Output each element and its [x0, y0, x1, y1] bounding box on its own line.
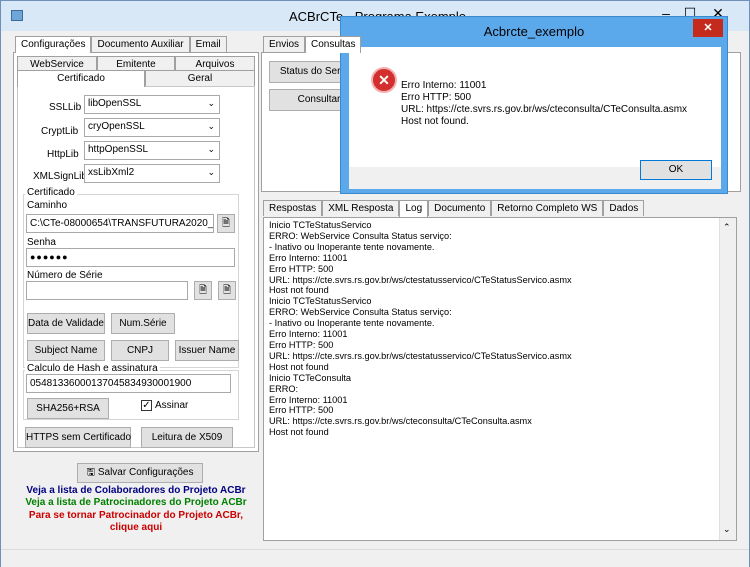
issuer-name-button[interactable]: Issuer Name [175, 340, 239, 361]
log-line: Host not found [269, 361, 329, 372]
dialog-close-icon[interactable]: ✕ [693, 19, 723, 37]
ssllib-label: SSLLib [49, 102, 82, 113]
assinar-checkbox[interactable]: ✓ [141, 400, 152, 411]
scroll-up-icon[interactable]: ⌃ [723, 222, 731, 233]
num-serie-button[interactable]: Num.Série [111, 313, 175, 334]
log-line: Erro Interno: 11001 [269, 252, 348, 263]
caminho-input[interactable]: C:\CTe-08000654\TRANSFUTURA2020_XP.pfx [26, 214, 214, 233]
log-line: Host not found [269, 285, 329, 296]
sha256-button[interactable]: SHA256+RSA [27, 398, 109, 419]
dialog-line-2: Erro HTTP: 500 [401, 92, 472, 103]
log-line: Inicio TCTeStatusServico [269, 296, 372, 307]
patrocinadores-link[interactable]: Veja a lista de Patrocinadores do Projet… [11, 497, 261, 508]
error-dialog: Acbrcte_exemplo ✕ ✕ Erro Interno: 11001 … [340, 16, 728, 194]
hash-input[interactable]: 05481336000137045834930001900 [26, 374, 231, 393]
tab-certificado[interactable]: Certificado [17, 70, 145, 87]
log-line: ERRO: [269, 383, 299, 394]
subject-name-button[interactable]: Subject Name [27, 340, 105, 361]
chevron-down-icon: ⌄ [207, 98, 215, 108]
log-line: ERRO: WebService Consulta Status serviço… [269, 230, 452, 241]
dialog-body: ✕ Erro Interno: 11001 Erro HTTP: 500 URL… [349, 47, 721, 167]
cryptlib-select[interactable]: cryOpenSSL ⌄ [84, 118, 220, 137]
assinar-label: Assinar [155, 400, 189, 411]
ssllib-select[interactable]: libOpenSSL ⌄ [84, 95, 220, 114]
status-bar [1, 549, 749, 567]
https-sem-cert-button[interactable]: HTTPS sem Certificado [25, 427, 131, 448]
httplib-select[interactable]: httpOpenSSL ⌄ [84, 141, 220, 160]
app-icon [11, 10, 23, 21]
log-line: Erro Interno: 11001 [269, 329, 348, 340]
tab-xml-resposta[interactable]: XML Resposta [322, 200, 400, 216]
log-line: - Inativo ou Inoperante tente novamente. [269, 318, 435, 329]
tornar-patrocinador-link[interactable]: Para se tornar Patrocinador do Projeto A… [11, 510, 261, 521]
xmlsignlib-label: XMLSignLib [33, 171, 87, 182]
dialog-line-1: Erro Interno: 11001 [401, 80, 487, 91]
clique-aqui-link[interactable]: clique aqui [11, 522, 261, 533]
lookup-alt-icon[interactable]: 🗎 [218, 281, 236, 300]
salvar-configuracoes-button[interactable]: 🖫 Salvar Configurações [77, 463, 203, 483]
log-line: Erro Interno: 11001 [269, 394, 348, 405]
dialog-line-3: URL: https://cte.svrs.rs.gov.br/ws/cteco… [401, 104, 688, 115]
tab-respostas[interactable]: Respostas [263, 200, 323, 216]
log-line: Erro HTTP: 500 [269, 263, 334, 274]
log-line: URL: https://cte.svrs.rs.gov.br/ws/ctest… [269, 350, 572, 361]
httplib-label: HttpLib [47, 149, 79, 160]
log-line: - Inativo ou Inoperante tente novamente. [269, 241, 435, 252]
log-textarea[interactable]: Inicio TCTeStatusServico ERRO: WebService… [263, 217, 737, 541]
cnpj-button[interactable]: CNPJ [111, 340, 169, 361]
save-icon: 🖫 [86, 467, 98, 478]
log-scrollbar[interactable]: ⌃ ⌄ [719, 218, 736, 540]
chevron-down-icon: ⌄ [207, 121, 215, 131]
log-line: URL: https://cte.svrs.rs.gov.br/ws/ctest… [269, 274, 572, 285]
xmlsignlib-select[interactable]: xsLibXml2 ⌄ [84, 164, 220, 183]
tab-documento-auxiliar[interactable]: Documento Auxiliar [91, 36, 190, 52]
dialog-title: Acbrcte_exemplo [483, 24, 585, 39]
data-validade-button[interactable]: Data de Validade [27, 313, 105, 334]
lookup-icon[interactable]: 🗎 [194, 281, 212, 300]
tab-configuracoes[interactable]: Configurações [15, 36, 92, 53]
numserie-input[interactable] [26, 281, 188, 300]
colaboradores-link[interactable]: Veja a lista de Colaboradores do Projeto… [11, 485, 261, 496]
leitura-x509-button[interactable]: Leitura de X509 [141, 427, 233, 448]
log-line: Host not found [269, 427, 329, 438]
scroll-down-icon[interactable]: ⌄ [723, 524, 731, 535]
log-line: Inicio TCTeConsulta [269, 372, 352, 383]
chevron-down-icon: ⌄ [207, 167, 215, 177]
senha-input[interactable]: ●●●●●● [26, 248, 235, 267]
senha-label: Senha [27, 237, 56, 248]
dialog-line-4: Host not found. [401, 116, 469, 127]
tab-retorno-completo-ws[interactable]: Retorno Completo WS [491, 200, 604, 216]
log-line: ERRO: WebService Consulta Status serviço… [269, 307, 452, 318]
tab-envios[interactable]: Envios [263, 36, 306, 52]
log-line: Erro HTTP: 500 [269, 405, 334, 416]
chevron-down-icon: ⌄ [207, 144, 215, 154]
numserie-label: Número de Série [27, 270, 103, 281]
browse-file-icon[interactable]: 🗎 [217, 214, 235, 233]
tab-documento[interactable]: Documento [428, 200, 492, 216]
error-icon: ✕ [371, 67, 397, 93]
caminho-label: Caminho [27, 200, 68, 211]
tab-geral[interactable]: Geral [145, 70, 255, 86]
cryptlib-label: CryptLib [41, 126, 79, 137]
log-line: Erro HTTP: 500 [269, 339, 334, 350]
tab-dados[interactable]: Dados [603, 200, 645, 216]
tab-consultas[interactable]: Consultas [305, 36, 362, 53]
ok-button[interactable]: OK [640, 160, 712, 180]
log-line: Inicio TCTeStatusServico [269, 220, 372, 230]
hash-group-title: Calculo de Hash e assinatura [25, 363, 160, 374]
log-line: URL: https://cte.svrs.rs.gov.br/ws/cteco… [269, 416, 532, 427]
dialog-footer: OK [349, 160, 721, 189]
certificado-group-title: Certificado [25, 187, 77, 198]
tab-email[interactable]: Email [189, 36, 227, 52]
tab-log[interactable]: Log [399, 200, 429, 217]
